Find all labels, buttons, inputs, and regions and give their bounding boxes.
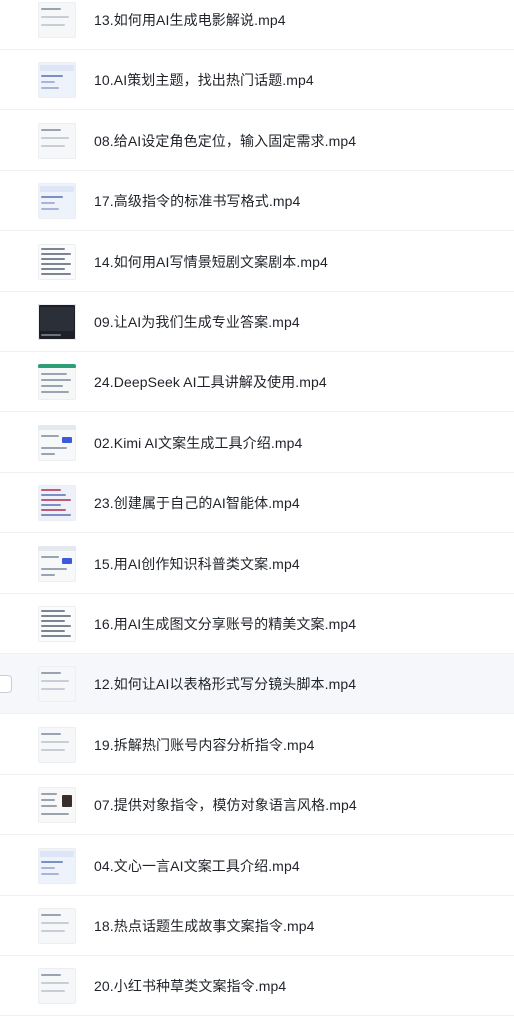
video-thumbnail-icon bbox=[38, 183, 76, 220]
file-name: 07.提供对象指令，模仿对象语言风格.mp4 bbox=[94, 797, 357, 814]
file-name: 23.创建属于自己的AI智能体.mp4 bbox=[94, 495, 300, 512]
file-row[interactable]: 10.AI策划主题，找出热门话题.mp4 bbox=[0, 50, 514, 111]
file-name: 10.AI策划主题，找出热门话题.mp4 bbox=[94, 72, 314, 89]
file-name: 16.用AI生成图文分享账号的精美文案.mp4 bbox=[94, 616, 357, 632]
file-row[interactable]: 08.给AI设定角色定位，输入固定需求.mp4 bbox=[0, 111, 514, 171]
file-name: 12.如何让AI以表格形式写分镜头脚本.mp4 bbox=[94, 676, 357, 693]
file-name: 20.小红书种草类文案指令.mp4 bbox=[94, 978, 287, 995]
file-row[interactable]: 14.如何用AI写情景短剧文案剧本.mp4 bbox=[0, 232, 514, 292]
file-name: 09.让AI为我们生成专业答案.mp4 bbox=[94, 314, 300, 330]
video-thumbnail-icon bbox=[38, 847, 76, 884]
file-row[interactable]: 23.创建属于自己的AI智能体.mp4 bbox=[0, 473, 514, 534]
video-thumbnail-icon bbox=[38, 122, 76, 159]
video-thumbnail-icon bbox=[38, 304, 76, 340]
file-name: 15.用AI创作知识科普类文案.mp4 bbox=[94, 555, 300, 572]
video-thumbnail-icon bbox=[38, 545, 76, 582]
video-thumbnail-icon bbox=[38, 968, 76, 1005]
file-row[interactable]: 12.如何让AI以表格形式写分镜头脚本.mp4 bbox=[0, 654, 514, 715]
file-row[interactable]: 17.高级指令的标准书写格式.mp4 bbox=[0, 171, 514, 232]
file-row[interactable]: 16.用AI生成图文分享账号的精美文案.mp4 bbox=[0, 594, 514, 654]
video-thumbnail-icon bbox=[38, 243, 76, 280]
file-row[interactable]: 13.如何用AI生成电影解说.mp4 bbox=[0, 0, 514, 50]
video-thumbnail-icon bbox=[38, 787, 76, 824]
file-row[interactable]: 24.DeepSeek AI工具讲解及使用.mp4 bbox=[0, 352, 514, 413]
video-thumbnail-icon bbox=[38, 726, 76, 763]
video-thumbnail-icon bbox=[38, 364, 76, 401]
video-thumbnail-icon bbox=[38, 606, 76, 642]
file-name: 18.热点话题生成故事文案指令.mp4 bbox=[94, 918, 315, 934]
file-row[interactable]: 09.让AI为我们生成专业答案.mp4 bbox=[0, 292, 514, 352]
file-row[interactable]: 07.提供对象指令，模仿对象语言风格.mp4 bbox=[0, 775, 514, 836]
video-thumbnail-icon bbox=[38, 908, 76, 944]
file-row[interactable]: 02.Kimi AI文案生成工具介绍.mp4 bbox=[0, 413, 514, 473]
file-name: 19.拆解热门账号内容分析指令.mp4 bbox=[94, 736, 315, 753]
file-name: 17.高级指令的标准书写格式.mp4 bbox=[94, 193, 301, 210]
file-row[interactable]: 18.热点话题生成故事文案指令.mp4 bbox=[0, 896, 514, 956]
file-row[interactable]: 19.拆解热门账号内容分析指令.mp4 bbox=[0, 715, 514, 775]
file-name: 02.Kimi AI文案生成工具介绍.mp4 bbox=[94, 434, 303, 451]
video-thumbnail-icon bbox=[38, 485, 76, 522]
file-row[interactable]: 15.用AI创作知识科普类文案.mp4 bbox=[0, 534, 514, 594]
file-row[interactable]: 20.小红书种草类文案指令.mp4 bbox=[0, 956, 514, 1017]
video-thumbnail-icon bbox=[38, 2, 76, 38]
checkbox-icon[interactable] bbox=[0, 675, 12, 694]
video-thumbnail-icon bbox=[38, 666, 76, 703]
file-name: 24.DeepSeek AI工具讲解及使用.mp4 bbox=[94, 374, 327, 391]
file-name: 04.文心一言AI文案工具介绍.mp4 bbox=[94, 857, 300, 874]
file-row[interactable]: 04.文心一言AI文案工具介绍.mp4 bbox=[0, 836, 514, 896]
video-thumbnail-icon bbox=[38, 62, 76, 99]
file-name: 14.如何用AI写情景短剧文案剧本.mp4 bbox=[94, 253, 328, 270]
file-name: 08.给AI设定角色定位，输入固定需求.mp4 bbox=[94, 132, 357, 149]
video-thumbnail-icon bbox=[38, 424, 76, 461]
file-name: 13.如何用AI生成电影解说.mp4 bbox=[94, 12, 286, 28]
file-list: 13.如何用AI生成电影解说.mp4 10.AI策划主题，找出热门话题.mp4 08… bbox=[0, 0, 514, 1018]
